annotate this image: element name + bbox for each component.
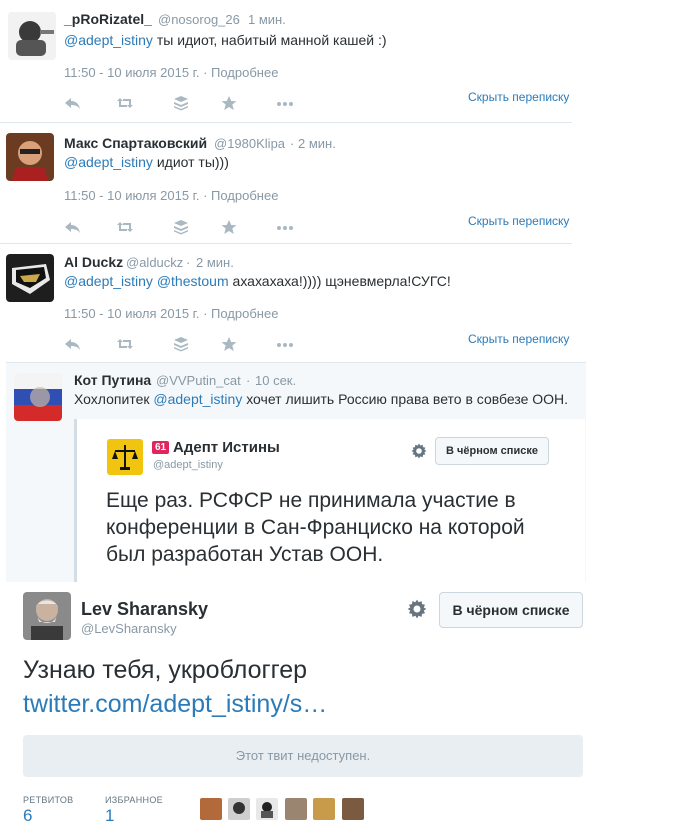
more-icon[interactable]: [276, 219, 294, 235]
engager-avatar[interactable]: [313, 798, 335, 820]
tweet-meta: 11:50 - 10 июля 2015 г. · Подробнее: [64, 188, 279, 203]
tweet-time-sep: ·: [186, 255, 191, 270]
stack-icon[interactable]: [172, 336, 190, 352]
tweet-text-body: хочет лишить Россию права вето в совбезе…: [242, 391, 569, 407]
favorite-icon[interactable]: [220, 95, 238, 111]
author-name[interactable]: Кот Путина: [74, 372, 151, 388]
tweet-time[interactable]: 2 мин.: [298, 136, 336, 151]
hide-conversation-link[interactable]: Скрыть переписку: [468, 214, 569, 228]
reply-tweet-2: Макс Спартаковский @1980Klipa · 2 мин. @…: [0, 123, 679, 245]
details-link[interactable]: Подробнее: [211, 306, 278, 321]
tweet-text: @adept_istiny идиот ты))): [64, 154, 229, 170]
reply-icon[interactable]: [64, 336, 82, 352]
hide-conversation-link[interactable]: Скрыть переписку: [468, 90, 569, 104]
favorite-icon[interactable]: [220, 219, 238, 235]
embedded-author-name[interactable]: Адепт Истины: [173, 439, 280, 456]
author-handle[interactable]: @VVPutin_cat: [156, 373, 241, 388]
main-tweet: Lev Sharansky @LevSharansky В чёрном спи…: [0, 582, 679, 825]
tweet-time-sep: ·: [236, 12, 241, 27]
avatar[interactable]: [23, 592, 71, 640]
engager-avatar[interactable]: [285, 798, 307, 820]
reply-tweet-1: _pRoRizatel_ @nosorog_26 · 1 мин. @adept…: [0, 0, 679, 122]
tweet-text: @adept_istiny @thestoum ахахахаха!)))) щ…: [64, 273, 451, 289]
engager-avatar[interactable]: [256, 798, 278, 820]
mention-link[interactable]: @adept_istiny: [64, 154, 153, 170]
tweet-meta: 11:50 - 10 июля 2015 г. · Подробнее: [64, 306, 279, 321]
avatar[interactable]: [6, 133, 54, 181]
tweet-meta: 11:50 - 10 июля 2015 г. · Подробнее: [64, 65, 279, 80]
reply-icon[interactable]: [64, 219, 82, 235]
tweet-link[interactable]: twitter.com/adept_istiny/s…: [23, 690, 327, 719]
avatar[interactable]: [8, 12, 56, 60]
embedded-tweet-card[interactable]: 61 Адепт Истины @adept_istiny В чёрном с…: [74, 419, 585, 583]
tweet-timestamp[interactable]: 11:50 - 10 июля 2015 г.: [64, 306, 199, 321]
tweet-time[interactable]: 2 мин.: [196, 255, 234, 270]
gear-icon[interactable]: [411, 443, 427, 459]
favorite-icon[interactable]: [220, 336, 238, 352]
engager-avatars: [198, 798, 378, 820]
reply-tweet-3: Al Duckz @alduckz · 2 мин. @adept_istiny…: [0, 244, 679, 362]
author-name[interactable]: Al Duckz: [64, 254, 123, 270]
favorites-count[interactable]: 1: [105, 806, 114, 826]
tweet-text-body: ахахахаха!)))) щэневмерла!СУГС!: [228, 273, 451, 289]
gear-icon[interactable]: [407, 599, 427, 619]
retweets-label[interactable]: РЕТВИТОВ: [23, 795, 73, 805]
quote-tweet: Кот Путина @VVPutin_cat · 10 сек. Хохлоп…: [6, 362, 586, 583]
retweet-icon[interactable]: [116, 336, 134, 352]
tweet-time[interactable]: 10 сек.: [255, 373, 296, 388]
details-link[interactable]: Подробнее: [211, 65, 278, 80]
tweet-text: Хохлопитек @adept_istiny хочет лишить Ро…: [74, 391, 568, 407]
blacklist-button[interactable]: В чёрном списке: [439, 592, 583, 628]
retweet-icon[interactable]: [116, 95, 134, 111]
tweet-text-prefix: Хохлопитек: [74, 391, 154, 407]
mention-link[interactable]: @adept_istiny: [64, 273, 153, 289]
author-name[interactable]: _pRoRizatel_: [64, 11, 152, 27]
author-name[interactable]: Lev Sharansky: [81, 599, 208, 620]
tweet-time-sep: ·: [246, 373, 251, 388]
tweet-time-sep: ·: [290, 136, 295, 151]
unavailable-tweet-box: Этот твит недоступен.: [23, 735, 583, 777]
favorites-label[interactable]: ИЗБРАННОЕ: [105, 795, 163, 805]
embedded-author-handle[interactable]: @adept_istiny: [153, 459, 223, 471]
more-icon[interactable]: [276, 95, 294, 111]
avatar[interactable]: [14, 373, 62, 421]
engager-avatar[interactable]: [342, 798, 364, 820]
mention-link[interactable]: @adept_istiny: [64, 32, 153, 48]
stack-icon[interactable]: [172, 219, 190, 235]
avatar[interactable]: [6, 254, 54, 302]
details-link[interactable]: Подробнее: [211, 188, 278, 203]
tweet-timestamp[interactable]: 11:50 - 10 июля 2015 г.: [64, 65, 199, 80]
engager-avatar[interactable]: [228, 798, 250, 820]
more-icon[interactable]: [276, 336, 294, 352]
embedded-avatar[interactable]: [107, 439, 143, 475]
tweet-text: Узнаю тебя, укроблоггер: [23, 656, 308, 684]
author-handle[interactable]: @alduckz: [126, 255, 183, 270]
author-handle[interactable]: @1980Klipa: [214, 136, 285, 151]
author-name[interactable]: Макс Спартаковский: [64, 135, 207, 151]
engager-avatar[interactable]: [200, 798, 222, 820]
stack-icon[interactable]: [172, 95, 190, 111]
embedded-badge: 61: [152, 441, 170, 454]
blacklist-button[interactable]: В чёрном списке: [435, 437, 549, 465]
unavailable-text: Этот твит недоступен.: [235, 748, 371, 763]
author-handle[interactable]: @LevSharansky: [81, 621, 177, 636]
reply-icon[interactable]: [64, 95, 82, 111]
tweet-timestamp[interactable]: 11:50 - 10 июля 2015 г.: [64, 188, 199, 203]
embedded-tweet-text: Еще раз. РСФСР не принимала участие в ко…: [106, 489, 525, 566]
hide-conversation-link[interactable]: Скрыть переписку: [468, 332, 569, 346]
tweet-text: @adept_istiny ты идиот, набитый манной к…: [64, 32, 387, 48]
tweet-text-body: ты идиот, набитый манной кашей :): [152, 32, 387, 48]
mention-link-2[interactable]: @thestoum: [157, 273, 229, 289]
mention-link[interactable]: @adept_istiny: [153, 391, 242, 407]
tweet-time[interactable]: 1 мин.: [248, 12, 286, 27]
retweet-icon[interactable]: [116, 219, 134, 235]
author-handle[interactable]: @nosorog_26: [158, 12, 240, 27]
tweet-text-body: идиот ты))): [152, 154, 229, 170]
retweets-count[interactable]: 6: [23, 806, 32, 826]
